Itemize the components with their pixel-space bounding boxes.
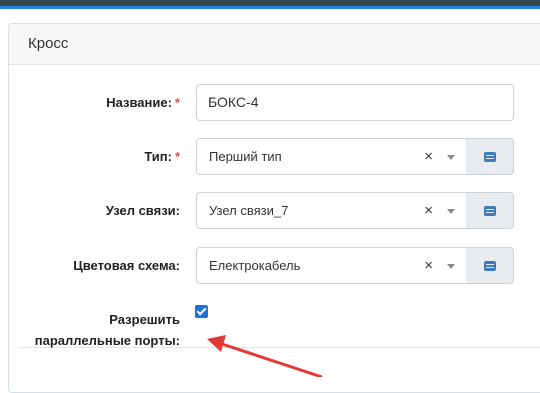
arrow-shaft: [221, 342, 323, 377]
arrow-head: [207, 335, 226, 352]
annotation-arrow: [207, 335, 323, 377]
